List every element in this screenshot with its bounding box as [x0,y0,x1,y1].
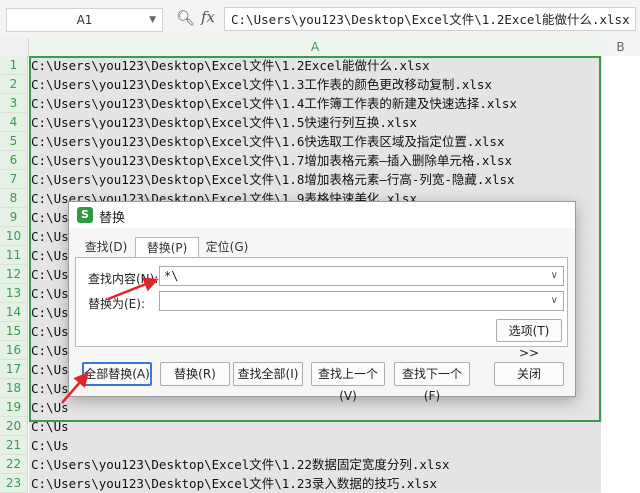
table-row[interactable]: C:\Us [29,436,601,455]
row-header[interactable]: 1 [0,56,28,75]
tab-find[interactable]: 查找(D) [77,237,135,257]
row-header[interactable]: 19 [0,398,28,417]
find-label: 查找内容(N): [88,272,159,286]
row-header[interactable]: 20 [0,417,28,436]
replace-label: 替换为(E): [88,297,145,311]
row-header[interactable]: 23 [0,474,28,493]
replace-all-button[interactable]: 全部替换(A) [82,362,152,386]
tab-replace[interactable]: 替换(P) [135,237,199,258]
table-row[interactable]: C:\Users\you123\Desktop\Excel文件\1.5快速行列互… [29,113,601,132]
table-row[interactable]: C:\Users\you123\Desktop\Excel文件\1.3工作表的颜… [29,75,601,94]
find-all-button[interactable]: 查找全部(I) [233,362,303,386]
wps-logo-icon: S [77,207,93,223]
find-input[interactable]: *\ ∨ [159,266,564,286]
table-row[interactable]: C:\Users\you123\Desktop\Excel文件\1.8增加表格元… [29,170,601,189]
fx-icon[interactable]: fx [201,8,215,26]
row-header[interactable]: 21 [0,436,28,455]
row-header[interactable]: 5 [0,132,28,151]
column-header-a[interactable]: A [29,38,601,57]
replace-panel: 查找内容(N): *\ ∨ 替换为(E): ∨ 选项(T) >> [75,257,568,360]
table-row[interactable]: C:\Us [29,417,601,436]
select-all-corner[interactable] [0,38,29,57]
close-button[interactable]: 关闭 [494,362,564,386]
row-header[interactable]: 13 [0,284,28,303]
name-box[interactable]: A1 ▼ [6,8,163,32]
dialog-title-bar[interactable]: S 替换 [69,202,575,228]
replace-dialog: S 替换 查找(D) 替换(P) 定位(G) 查找内容(N): *\ ∨ 替换为… [68,201,576,403]
row-header[interactable]: 2 [0,75,28,94]
table-row[interactable]: C:\Users\you123\Desktop\Excel文件\1.7增加表格元… [29,151,601,170]
row-header[interactable]: 16 [0,341,28,360]
row-header[interactable]: 3 [0,94,28,113]
row-header[interactable]: 18 [0,379,28,398]
row-header[interactable]: 14 [0,303,28,322]
options-button[interactable]: 选项(T) >> [496,319,562,360]
table-row[interactable]: C:\Users\you123\Desktop\Excel文件\1.4工作簿工作… [29,94,601,113]
row-header[interactable]: 12 [0,265,28,284]
replace-button[interactable]: 替换(R) [160,362,230,386]
chevron-down-icon[interactable]: ∨ [551,292,558,310]
zoom-icon[interactable]: 🔍︎ [176,9,195,27]
row-header[interactable]: 11 [0,246,28,265]
tab-goto[interactable]: 定位(G) [197,237,257,257]
dialog-title: 替换 [99,211,126,226]
row-header[interactable]: 17 [0,360,28,379]
find-prev-button[interactable]: 查找上一个(V) [311,362,385,403]
column-header-b[interactable]: B [601,38,640,57]
row-header[interactable]: 7 [0,170,28,189]
find-next-button[interactable]: 查找下一个(F) [394,362,470,403]
replace-input[interactable]: ∨ [159,291,564,311]
table-row[interactable]: C:\Users\you123\Desktop\Excel文件\1.6快选取工作… [29,132,601,151]
chevron-down-icon[interactable]: ▼ [149,9,156,31]
formula-input[interactable]: C:\Users\you123\Desktop\Excel文件\1.2Excel… [224,7,636,31]
formula-bar: A1 ▼ 🔍︎ fx C:\Users\you123\Desktop\Excel… [0,0,640,39]
row-header[interactable]: 22 [0,455,28,474]
row-header[interactable]: 15 [0,322,28,341]
table-row[interactable]: C:\Users\you123\Desktop\Excel文件\1.2Excel… [29,56,601,75]
name-box-value: A1 [76,13,93,27]
chevron-down-icon[interactable]: ∨ [551,267,558,285]
table-row[interactable]: C:\Users\you123\Desktop\Excel文件\1.22数据固定… [29,455,601,474]
row-header[interactable]: 6 [0,151,28,170]
table-row[interactable]: C:\Us [29,398,601,417]
row-header[interactable]: 9 [0,208,28,227]
column-b-cells[interactable] [601,56,640,422]
row-header[interactable]: 8 [0,189,28,208]
table-row[interactable]: C:\Users\you123\Desktop\Excel文件\1.23录入数据… [29,474,601,493]
row-header[interactable]: 10 [0,227,28,246]
find-value: *\ [164,269,179,283]
row-header[interactable]: 4 [0,113,28,132]
